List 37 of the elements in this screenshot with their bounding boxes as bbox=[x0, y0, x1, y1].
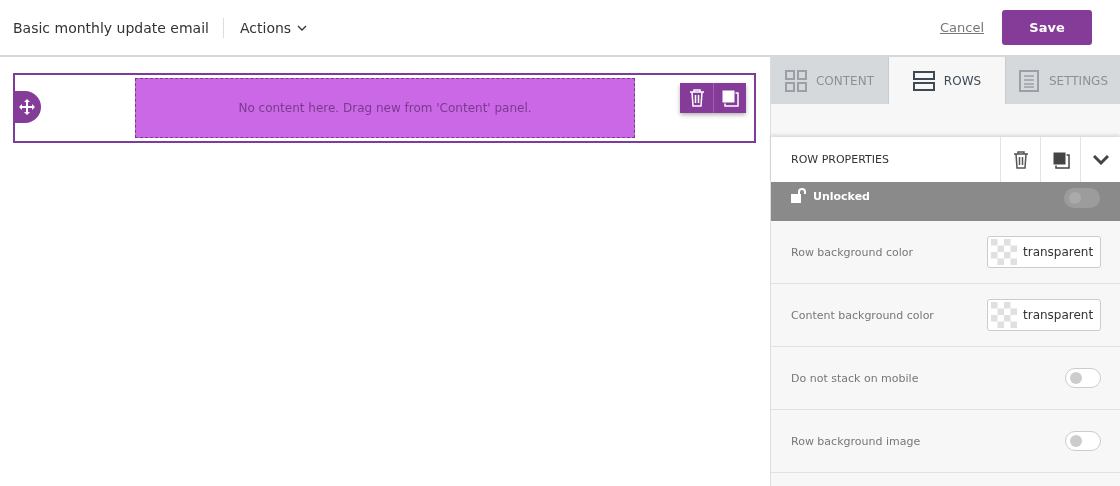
toggle-switch[interactable] bbox=[1065, 431, 1101, 451]
empty-content-dropzone: No content here. Drag new from 'Content' panel. bbox=[135, 78, 635, 138]
color-value: transparent bbox=[1023, 245, 1094, 259]
property-label: Row background color bbox=[791, 245, 914, 259]
lock-label: Unlocked bbox=[813, 190, 871, 203]
actions-menu[interactable]: Actions bbox=[237, 15, 310, 40]
duplicate-row-button[interactable] bbox=[713, 83, 746, 113]
duplicate-icon bbox=[721, 89, 739, 107]
unlocked-icon bbox=[791, 188, 807, 203]
duplicate-button[interactable] bbox=[1040, 137, 1080, 182]
trash-icon bbox=[688, 89, 705, 107]
toggle-switch[interactable] bbox=[1065, 368, 1101, 388]
delete-button[interactable] bbox=[1000, 137, 1040, 182]
color-picker-field[interactable]: transparent bbox=[987, 299, 1101, 331]
section-title: ROW PROPERTIES bbox=[790, 153, 890, 166]
property-label: Content background color bbox=[791, 308, 935, 322]
email-title: Basic monthly update email bbox=[13, 17, 224, 38]
transparent-swatch-icon bbox=[991, 302, 1017, 328]
save-button[interactable]: Save bbox=[1002, 10, 1092, 45]
chevron-down-icon bbox=[297, 24, 308, 31]
color-picker-field[interactable]: transparent bbox=[987, 236, 1101, 268]
cancel-link[interactable]: Cancel bbox=[939, 20, 984, 35]
lock-toggle[interactable] bbox=[1064, 188, 1100, 208]
move-icon bbox=[19, 99, 35, 115]
color-value: transparent bbox=[1023, 308, 1094, 322]
trash-icon bbox=[1012, 150, 1029, 169]
grid-icon bbox=[785, 69, 807, 92]
delete-row-button[interactable] bbox=[680, 83, 713, 113]
collapse-button[interactable] bbox=[1080, 137, 1120, 182]
transparent-swatch-icon bbox=[991, 239, 1017, 265]
property-label: Do not stack on mobile bbox=[791, 371, 920, 385]
chevron-down-icon bbox=[1092, 154, 1109, 165]
duplicate-icon bbox=[1051, 150, 1070, 169]
move-handle[interactable] bbox=[13, 91, 41, 123]
document-icon bbox=[1017, 69, 1040, 92]
rows-icon bbox=[912, 69, 935, 92]
property-label: Row background image bbox=[791, 434, 922, 448]
